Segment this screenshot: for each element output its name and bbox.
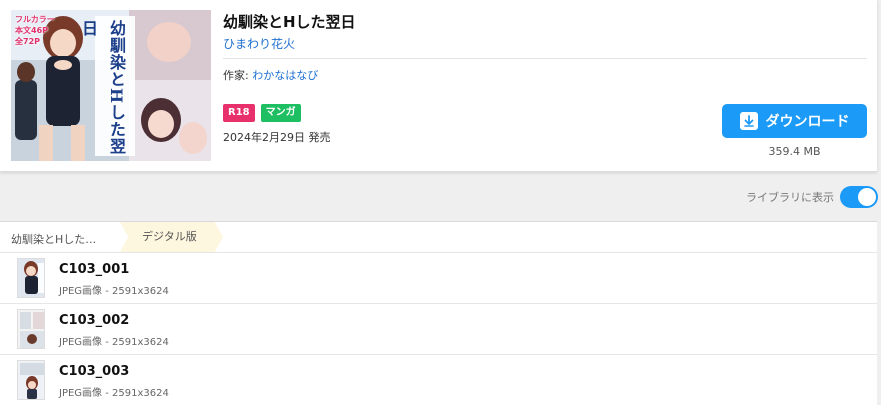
- cover-badge-line: フルカラー: [15, 15, 55, 24]
- file-thumbnail: [17, 258, 45, 298]
- file-size: 359.4 MB: [768, 145, 821, 158]
- library-toggle-row: ライブラリに表示: [746, 186, 878, 208]
- author-label: 作家:: [223, 69, 249, 82]
- tag-manga[interactable]: マンガ: [260, 104, 301, 122]
- release-date: 2024年2月29日 発売: [223, 131, 331, 144]
- divider: [223, 58, 867, 59]
- toggle-knob: [858, 188, 876, 206]
- list-item[interactable]: C103_002 JPEG画像 - 2591x3624: [0, 304, 877, 355]
- list-item[interactable]: C103_003 JPEG画像 - 2591x3624: [0, 355, 877, 405]
- file-meta: JPEG画像 - 2591x3624: [59, 286, 169, 297]
- circle-link[interactable]: ひまわり花火: [223, 35, 295, 52]
- download-label: ダウンロード: [765, 114, 850, 130]
- file-name: C103_001: [59, 262, 130, 277]
- file-meta: JPEG画像 - 2591x3624: [59, 337, 169, 348]
- file-list: C103_001 JPEG画像 - 2591x3624 C103_002 JPE…: [0, 253, 877, 405]
- cover-badge-line: 全72P: [15, 37, 40, 46]
- tag-r18[interactable]: R18: [223, 104, 255, 122]
- list-item[interactable]: C103_001 JPEG画像 - 2591x3624: [0, 253, 877, 304]
- product-card: フルカラー 本文46P 全72P 幼馴染とHした翌日 幼馴染とHした翌日 ひまわ…: [0, 0, 877, 172]
- download-button[interactable]: ダウンロード: [722, 104, 867, 138]
- file-name: C103_003: [59, 364, 130, 379]
- download-arrow-icon: [739, 112, 758, 130]
- breadcrumb-item-current[interactable]: デジタル版: [120, 222, 223, 252]
- cover-image[interactable]: フルカラー 本文46P 全72P 幼馴染とHした翌日: [11, 10, 211, 161]
- author-link[interactable]: わかなはなび: [252, 69, 318, 82]
- library-toggle-label: ライブラリに表示: [746, 191, 834, 204]
- tag-list: R18 マンガ: [223, 104, 301, 122]
- breadcrumb-item-title[interactable]: 幼馴染とHした…: [11, 231, 96, 247]
- breadcrumb: 幼馴染とHした… デジタル版: [0, 221, 877, 253]
- file-thumbnail: [17, 360, 45, 400]
- file-meta: JPEG画像 - 2591x3624: [59, 388, 169, 399]
- author-line: 作家: わかなはなび: [223, 67, 318, 83]
- cover-title: 幼馴染とHした翌日: [79, 20, 126, 156]
- cover-badge: フルカラー 本文46P 全72P: [15, 14, 55, 47]
- file-thumbnail: [17, 309, 45, 349]
- library-toggle[interactable]: [840, 186, 878, 208]
- product-title: 幼馴染とHした翌日: [223, 13, 356, 31]
- file-name: C103_002: [59, 313, 130, 328]
- cover-badge-line: 本文46P: [15, 26, 48, 35]
